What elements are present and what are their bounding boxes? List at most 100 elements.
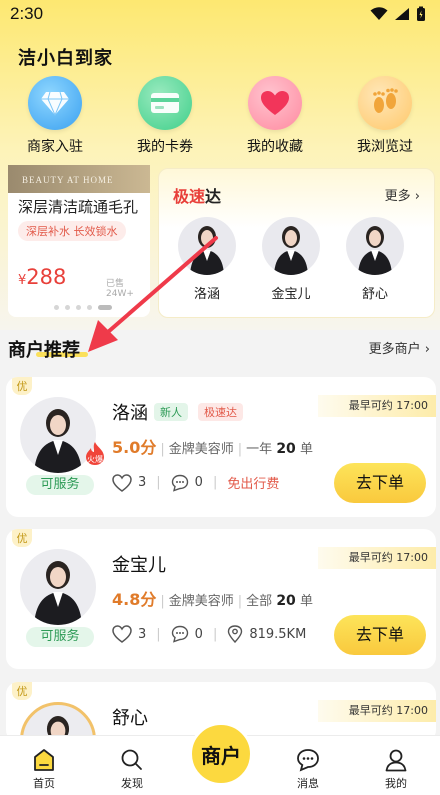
more-merchants-label: 更多商户	[368, 342, 421, 357]
place-order-button[interactable]: 去下单	[334, 463, 426, 503]
tab-label: 消息	[297, 777, 319, 790]
merchant-level: 金牌美容师	[168, 442, 234, 457]
avatar	[346, 217, 404, 275]
more-merchants-link[interactable]: 更多商户 ›	[369, 338, 430, 357]
service-status: 可服务	[26, 627, 94, 647]
wifi-icon	[370, 7, 388, 20]
hot-label: 火爆	[87, 455, 103, 464]
free-travel-fee: 免出行费	[227, 477, 280, 492]
home-icon	[34, 749, 54, 771]
tab-merchants-center-button[interactable]: 商户	[189, 722, 253, 786]
like-count: 3	[138, 475, 147, 490]
app-title: 洁小白到家	[18, 48, 113, 69]
express-more-link[interactable]: 更多 ›	[385, 185, 420, 204]
quick-nav-my-coupons[interactable]: 我的卡券	[110, 76, 220, 156]
express-title: 极速达	[173, 183, 221, 207]
status-time: 2:30	[10, 4, 44, 23]
promo-banner-card[interactable]: BEAUTY AT HOME 深层清洁疏通毛孔 深层补水 长效锁水 ¥288 已…	[8, 165, 150, 317]
merchant-name: 舒心	[112, 708, 148, 729]
avatar	[178, 217, 236, 275]
express-person[interactable]: 洛涵	[177, 217, 237, 302]
chevron-right-icon: ›	[414, 189, 420, 204]
heart-outline-icon[interactable]	[112, 473, 132, 492]
banner-image: BEAUTY AT HOME	[8, 165, 150, 193]
quick-nav-label: 我的卡券	[137, 139, 193, 155]
tag-new: 新人	[154, 403, 188, 421]
carousel-dot-active[interactable]	[98, 305, 112, 310]
carousel-dot[interactable]	[65, 305, 70, 310]
merchant-info: 4.8分 | 金牌美容师 | 全部 20 单	[112, 590, 313, 609]
order-count: 20	[276, 593, 296, 609]
earliest-booking: 最早可约 17:00	[318, 700, 436, 722]
express-person-name: 洛涵	[193, 287, 220, 302]
quick-nav-my-favorites[interactable]: 我的收藏	[220, 76, 330, 156]
premium-badge: 优	[12, 529, 32, 547]
discover-icon	[121, 749, 142, 770]
express-person[interactable]: 金宝儿	[261, 217, 321, 302]
comment-icon[interactable]	[171, 625, 189, 643]
comment-count: 0	[194, 626, 203, 642]
express-person-name: 金宝儿	[271, 287, 311, 302]
avatar	[20, 549, 96, 625]
tab-label: 发现	[121, 777, 143, 790]
service-status: 可服务	[26, 475, 94, 495]
status-bar: 2:30	[0, 0, 440, 28]
merchant-name: 金宝儿	[112, 555, 166, 576]
earliest-booking: 最早可约 17:00	[318, 547, 436, 569]
distance: 819.5KM	[249, 626, 307, 642]
express-people-list: 洛涵 金宝儿 舒心	[177, 217, 405, 302]
battery-icon	[417, 6, 425, 21]
merchant-card[interactable]: 优 火爆 可服务 洛涵 新人 极速达 最早可约 17:00 5.0分 | 金牌美容师…	[6, 377, 436, 517]
merchant-stats: 3 | 0 | 819.5KM	[112, 625, 306, 643]
express-person[interactable]: 舒心	[345, 217, 405, 302]
tab-profile[interactable]: 我的	[352, 735, 440, 795]
price-value: 288	[26, 265, 67, 289]
carousel-dot[interactable]	[87, 305, 92, 310]
card-icon	[138, 76, 192, 130]
chevron-right-icon: ›	[424, 342, 430, 357]
place-order-button[interactable]: 去下单	[334, 615, 426, 655]
order-count: 20	[276, 441, 296, 457]
earliest-booking: 最早可约 17:00	[318, 395, 436, 417]
banner-title: 深层清洁疏通毛孔	[18, 198, 139, 216]
avatar	[262, 217, 320, 275]
carousel-dot[interactable]	[54, 305, 59, 310]
tab-discover[interactable]: 发现	[88, 735, 176, 795]
like-count: 3	[138, 626, 147, 642]
merchant-info: 5.0分 | 金牌美容师 | 一年 20 单	[112, 438, 313, 457]
signal-icon	[395, 8, 409, 20]
quick-nav-browsing-history[interactable]: 我浏览过	[330, 76, 440, 156]
express-title-red: 极速	[173, 187, 206, 206]
profile-icon	[385, 749, 407, 772]
carousel-dot[interactable]	[76, 305, 81, 310]
quick-nav: 商家入驻 我的卡券 我的收藏 我浏览过	[0, 76, 440, 156]
order-unit: 单	[299, 442, 313, 457]
heart-outline-icon[interactable]	[112, 625, 132, 643]
location-icon	[228, 625, 243, 643]
merchant-level: 金牌美容师	[168, 594, 234, 609]
quick-nav-label: 商家入驻	[27, 139, 83, 155]
merchant-stats: 3 | 0 | 免出行费	[112, 473, 279, 492]
tag-express: 极速达	[198, 403, 243, 421]
comment-icon[interactable]	[171, 474, 189, 492]
banner-price: ¥288	[18, 265, 66, 289]
period-label: 全部	[246, 594, 273, 609]
banner-sold-count: 已售24W+	[106, 279, 134, 299]
heart-icon	[248, 76, 302, 130]
status-icons	[370, 6, 426, 22]
tab-label: 首页	[33, 777, 55, 790]
message-icon	[297, 749, 319, 772]
tab-messages[interactable]: 消息	[264, 735, 352, 795]
quick-nav-merchant-join[interactable]: 商家入驻	[0, 76, 110, 156]
merchant-card[interactable]: 优 可服务 金宝儿 最早可约 17:00 4.8分 | 金牌美容师 | 全部 20 单 …	[6, 529, 436, 669]
carousel-dots	[54, 305, 112, 310]
rating: 4.8分	[112, 590, 157, 609]
tab-home[interactable]: 首页	[0, 735, 88, 795]
quick-nav-label: 我浏览过	[357, 139, 413, 155]
premium-badge: 优	[12, 682, 32, 700]
diamond-icon	[28, 76, 82, 130]
comment-count: 0	[194, 475, 203, 490]
premium-badge: 优	[12, 377, 32, 395]
hot-badge: 火爆	[84, 441, 106, 465]
period-label: 一年	[246, 442, 273, 457]
